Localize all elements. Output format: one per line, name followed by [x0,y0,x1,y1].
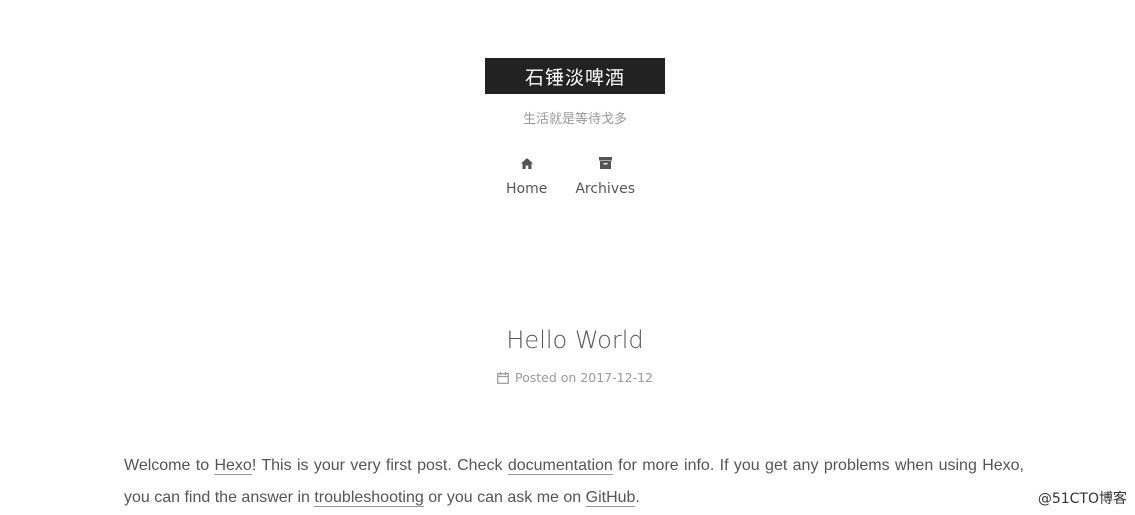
menu-item-label: Archives [575,181,636,197]
calendar-icon [497,371,509,384]
page: 石锤淡啤酒 生活就是等待戈多 Home Archives Hello World… [0,0,1135,515]
post-text: ! This is your very first post. Check [251,457,508,474]
menu-item-archives[interactable]: Archives [573,155,637,197]
main-menu: Home Archives [0,155,1135,197]
watermark: @51CTO博客 [1037,491,1127,507]
post-title-text: Hello World [506,326,644,354]
site-subtitle: 生活就是等待戈多 [522,112,627,127]
archive-icon [598,155,612,171]
menu-item-label: Home [505,181,548,197]
post-text: . [635,489,640,506]
post-meta: Posted on 2017-12-12 [0,370,1135,385]
troubleshooting-link[interactable]: troubleshooting [314,489,424,507]
post-body: Welcome to Hexo! This is your very first… [124,450,1024,514]
post-date[interactable]: 2017-12-12 [580,370,653,385]
post-text: or you can ask me on [423,489,586,506]
menu-item-home[interactable]: Home [504,155,549,197]
post-meta-label: Posted on [515,370,577,385]
post-text: Welcome to [124,457,215,474]
site-title-text: 石锤淡啤酒 [524,66,625,89]
documentation-link[interactable]: documentation [507,457,613,475]
github-link[interactable]: GitHub [585,489,636,507]
home-icon [520,155,533,171]
hexo-link[interactable]: Hexo [214,457,252,475]
post-title[interactable]: Hello World [0,326,1135,354]
site-title[interactable]: 石锤淡啤酒 [485,58,665,94]
